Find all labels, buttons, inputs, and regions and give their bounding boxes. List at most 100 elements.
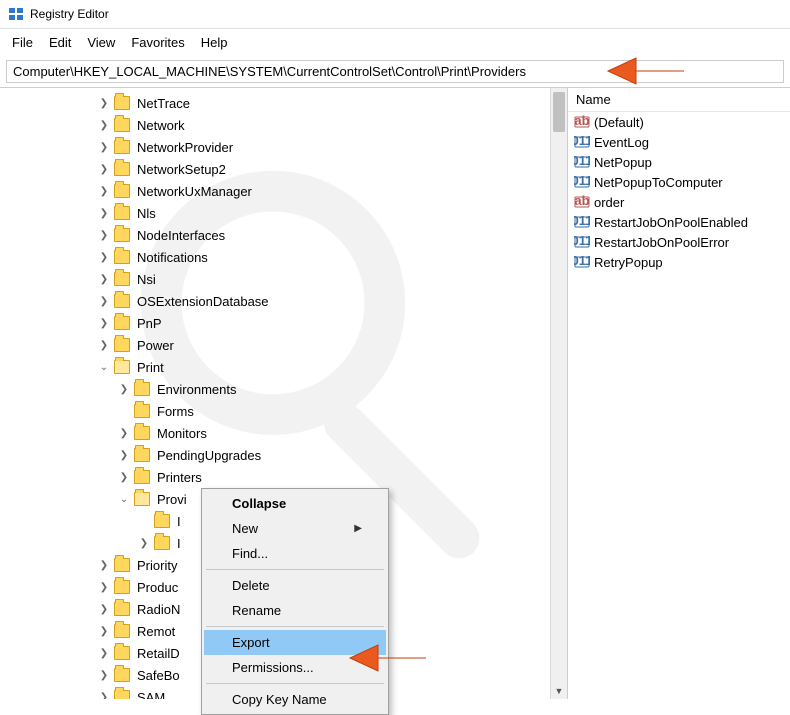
expander-icon[interactable]: ❯ [116,384,132,395]
tree-node-pendingupgrades[interactable]: ❯PendingUpgrades [0,444,567,466]
tree-node-osextensiondatabase[interactable]: ❯ OSExtensionDatabase [0,290,567,312]
expander-icon[interactable]: ❯ [96,274,112,285]
tree-node-environments[interactable]: ❯Environments [0,378,567,400]
expander-icon[interactable]: ❯ [116,450,132,461]
value-row[interactable]: 011RestartJobOnPoolError [568,232,790,252]
menu-favorites[interactable]: Favorites [123,31,192,54]
tree-node-forms[interactable]: Forms [0,400,567,422]
tree-node-label: Network [134,117,188,134]
expander-icon[interactable]: ❯ [96,626,112,637]
tree-node-monitors[interactable]: ❯ Monitors [0,422,567,444]
submenu-arrow-icon: ▶ [354,523,362,534]
expander-icon[interactable]: ❯ [96,186,112,197]
tree-node-nettrace[interactable]: ❯ NetTrace [0,92,567,114]
value-row[interactable]: 011NetPopup [568,152,790,172]
tree-node-notifications[interactable]: ❯Notifications [0,246,567,268]
expander-icon[interactable]: ❯ [116,472,132,483]
folder-icon [154,536,170,550]
value-name: EventLog [594,135,649,150]
titlebar: Registry Editor [0,0,790,29]
expander-icon[interactable]: ❯ [96,648,112,659]
expander-icon[interactable]: ❯ [96,670,112,681]
expander-icon[interactable]: ❯ [96,692,112,700]
tree-node-networkprovider[interactable]: ❯NetworkProvider [0,136,567,158]
folder-icon [134,426,150,440]
expander-icon[interactable]: ❯ [96,296,112,307]
context-menu-label: Copy Key Name [232,692,327,707]
value-row[interactable]: 011EventLog [568,132,790,152]
scroll-thumb[interactable] [553,92,565,132]
expander-icon[interactable]: ⌄ [96,362,112,373]
tree-node-networkuxmanager[interactable]: ❯ NetworkUxManager [0,180,567,202]
expander-icon[interactable]: ❯ [96,98,112,109]
tree-node-label: NetTrace [134,95,193,112]
context-menu-copy-key-name[interactable]: Copy Key Name [204,687,386,712]
context-menu-delete[interactable]: Delete [204,573,386,598]
folder-icon [114,668,130,682]
expander-icon[interactable]: ❯ [96,120,112,131]
value-name: RetryPopup [594,255,663,270]
expander-icon[interactable]: ❯ [96,164,112,175]
expander-icon[interactable]: ❯ [96,582,112,593]
tree-node-label: NetworkUxManager [134,183,255,200]
svg-text:ab: ab [574,114,589,128]
value-row[interactable]: aborder [568,192,790,212]
context-menu-collapse[interactable]: Collapse [204,491,386,516]
tree-node-print[interactable]: ⌄Print [0,356,567,378]
scroll-down-icon[interactable]: ▼ [551,682,567,699]
folder-icon [114,558,130,572]
svg-text:011: 011 [574,254,590,268]
tree-node-label: OSExtensionDatabase [134,293,272,310]
context-menu: Collapse New▶ Find... DeleteRename Export Per… [201,488,389,715]
values-pane[interactable]: Name ab(Default)011EventLog011NetPopup01… [568,88,790,699]
context-menu-new[interactable]: New▶ [204,516,386,541]
expander-icon[interactable]: ❯ [136,538,152,549]
tree-node-label: Remot [134,623,178,640]
folder-icon [114,580,130,594]
tree-node-power[interactable]: ❯Power [0,334,567,356]
expander-icon[interactable]: ❯ [96,142,112,153]
tree-node-label: PnP [134,315,165,332]
expander-icon[interactable]: ❯ [96,318,112,329]
value-row[interactable]: 011NetPopupToComputer [568,172,790,192]
menu-help[interactable]: Help [193,31,236,54]
tree-node-label: Monitors [154,425,210,442]
tree-scrollbar[interactable]: ▲ ▼ [550,88,567,699]
expander-icon[interactable]: ❯ [96,340,112,351]
expander-icon[interactable]: ❯ [96,208,112,219]
value-row[interactable]: ab(Default) [568,112,790,132]
expander-icon[interactable]: ❯ [116,428,132,439]
tree-node-label: RetailD [134,645,183,662]
context-menu-label: Export [232,635,270,650]
menu-file[interactable]: File [4,31,41,54]
menu-view[interactable]: View [79,31,123,54]
expander-icon[interactable]: ❯ [96,560,112,571]
context-menu-rename[interactable]: Rename [204,598,386,623]
regedit-icon [8,6,24,22]
tree-node-networksetup2[interactable]: ❯ NetworkSetup2 [0,158,567,180]
tree-node-pnp[interactable]: ❯ PnP [0,312,567,334]
context-menu-label: Collapse [232,496,286,511]
tree-node-network[interactable]: ❯ Network [0,114,567,136]
expander-icon[interactable]: ❯ [96,604,112,615]
tree-node-nodeinterfaces[interactable]: ❯NodeInterfaces [0,224,567,246]
value-name: RestartJobOnPoolEnabled [594,215,748,230]
menu-edit[interactable]: Edit [41,31,79,54]
expander-icon[interactable]: ❯ [96,230,112,241]
value-row[interactable]: 011 RestartJobOnPoolEnabled [568,212,790,232]
tree-node-nls[interactable]: ❯Nls [0,202,567,224]
context-menu-label: Permissions... [232,660,314,675]
value-row[interactable]: 011 RetryPopup [568,252,790,272]
tree-node-label: NetworkSetup2 [134,161,229,178]
tree-node-nsi[interactable]: ❯Nsi [0,268,567,290]
context-menu-label: Find... [232,546,268,561]
tree-node-label: Priority [134,557,180,574]
context-menu-find-[interactable]: Find... [204,541,386,566]
tree-node-label: SAM [134,689,168,700]
expander-icon[interactable]: ❯ [96,252,112,263]
svg-text:011: 011 [574,214,590,228]
expander-icon[interactable]: ⌄ [116,494,132,505]
folder-icon [114,118,130,132]
tree-node-printers[interactable]: ❯Printers [0,466,567,488]
value-name: RestartJobOnPoolError [594,235,729,250]
